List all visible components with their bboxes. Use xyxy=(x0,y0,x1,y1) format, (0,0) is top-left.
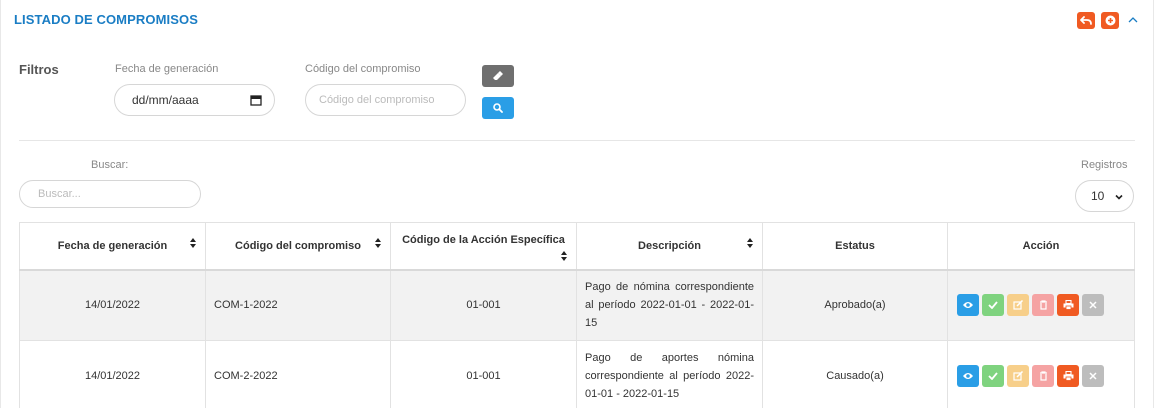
date-filter-input[interactable]: dd/mm/aaaa xyxy=(114,84,275,116)
column-header-label: Descripción xyxy=(638,239,701,252)
approve-button[interactable] xyxy=(982,294,1004,317)
back-button[interactable] xyxy=(1077,12,1095,29)
eye-icon xyxy=(963,302,973,309)
code-filter-input[interactable]: Código del compromiso xyxy=(305,84,466,116)
column-header-descripcion[interactable]: Descripción xyxy=(576,222,763,271)
column-header-label: Acción xyxy=(1022,239,1060,252)
trash-icon xyxy=(1039,371,1047,381)
print-icon xyxy=(1063,300,1073,311)
cancel-button[interactable] xyxy=(1082,365,1104,387)
column-header-accion: Acción xyxy=(947,222,1135,271)
filters-label: Filtros xyxy=(19,62,59,77)
add-button[interactable] xyxy=(1101,12,1119,29)
edit-button[interactable] xyxy=(1007,294,1029,317)
column-header-label: Código del compromiso xyxy=(235,239,361,252)
code-filter-placeholder: Código del compromiso xyxy=(319,94,435,106)
code-filter-label: Código del compromiso xyxy=(305,63,421,75)
check-icon xyxy=(988,301,998,310)
check-icon xyxy=(988,372,998,380)
clear-filters-button[interactable] xyxy=(482,65,514,87)
view-button[interactable] xyxy=(957,294,979,317)
delete-button[interactable] xyxy=(1032,294,1054,317)
cell-accion-especifica: 01-001 xyxy=(390,340,577,408)
cell-fecha: 14/01/2022 xyxy=(19,340,206,408)
print-icon xyxy=(1063,371,1073,381)
print-button[interactable] xyxy=(1057,294,1079,317)
status-badge: Causado(a) xyxy=(762,340,948,408)
search-icon xyxy=(493,103,503,113)
delete-button[interactable] xyxy=(1032,365,1054,387)
search-label: Buscar: xyxy=(91,159,129,171)
sort-icon xyxy=(561,251,567,261)
column-header-label: Código de la Acción Específica xyxy=(402,234,565,246)
chevron-down-icon xyxy=(1115,194,1123,200)
records-per-page-select[interactable]: 10 xyxy=(1075,180,1134,212)
cancel-button[interactable] xyxy=(1082,294,1104,317)
cell-descripcion: Pago de aportes nómina correspondiente a… xyxy=(576,340,763,408)
cell-actions xyxy=(947,340,1135,408)
column-header-fecha[interactable]: Fecha de generación xyxy=(19,222,206,271)
table-search-input[interactable]: Buscar... xyxy=(19,180,201,208)
date-filter-value: dd/mm/aaaa xyxy=(132,93,199,107)
cell-codigo: COM-2-2022 xyxy=(205,340,391,408)
records-label: Registros xyxy=(1081,159,1128,171)
sort-icon xyxy=(375,238,381,248)
cell-fecha: 14/01/2022 xyxy=(19,269,206,341)
cell-descripcion: Pago de nómina correspondiente al períod… xyxy=(576,269,763,341)
edit-icon xyxy=(1012,371,1023,381)
sort-icon xyxy=(747,238,753,248)
add-circle-icon xyxy=(1105,15,1115,26)
column-header-codigo[interactable]: Código del compromiso xyxy=(205,222,391,271)
eraser-icon xyxy=(493,71,503,80)
trash-icon xyxy=(1039,300,1047,310)
print-button[interactable] xyxy=(1057,365,1079,387)
date-filter-label: Fecha de generación xyxy=(115,63,219,75)
close-icon xyxy=(1089,301,1097,309)
table-header-row: Fecha de generación Código del compromis… xyxy=(19,222,1135,271)
table-row: 14/01/2022 COM-2-2022 01-001 Pago de apo… xyxy=(19,340,1135,408)
edit-icon xyxy=(1012,300,1023,310)
search-filters-button[interactable] xyxy=(482,97,514,119)
approve-button[interactable] xyxy=(982,365,1004,387)
column-header-estatus: Estatus xyxy=(762,222,948,271)
table-row: 14/01/2022 COM-1-2022 01-001 Pago de nóm… xyxy=(19,269,1135,341)
table-search-placeholder: Buscar... xyxy=(38,188,81,200)
page-title: LISTADO DE COMPROMISOS xyxy=(14,12,198,27)
undo-icon xyxy=(1080,15,1092,25)
column-header-label: Estatus xyxy=(835,239,875,252)
commitments-panel: LISTADO DE COMPROMISOS Filtros Fecha de … xyxy=(0,0,1154,408)
status-badge: Aprobado(a) xyxy=(762,269,948,341)
view-button[interactable] xyxy=(957,365,979,387)
close-icon xyxy=(1089,372,1097,380)
cell-codigo: COM-1-2022 xyxy=(205,269,391,341)
cell-actions xyxy=(947,269,1135,341)
column-header-label: Fecha de generación xyxy=(57,239,168,252)
sort-icon xyxy=(190,238,196,248)
commitments-table: Fecha de generación Código del compromis… xyxy=(19,222,1135,408)
calendar-icon[interactable] xyxy=(250,94,262,106)
divider xyxy=(19,140,1135,141)
chevron-up-icon[interactable] xyxy=(1127,14,1139,26)
records-per-page-value: 10 xyxy=(1091,189,1105,203)
eye-icon xyxy=(963,373,973,379)
cell-accion-especifica: 01-001 xyxy=(390,269,577,341)
edit-button[interactable] xyxy=(1007,365,1029,387)
column-header-accion-especifica[interactable]: Código de la Acción Específica xyxy=(390,222,577,271)
